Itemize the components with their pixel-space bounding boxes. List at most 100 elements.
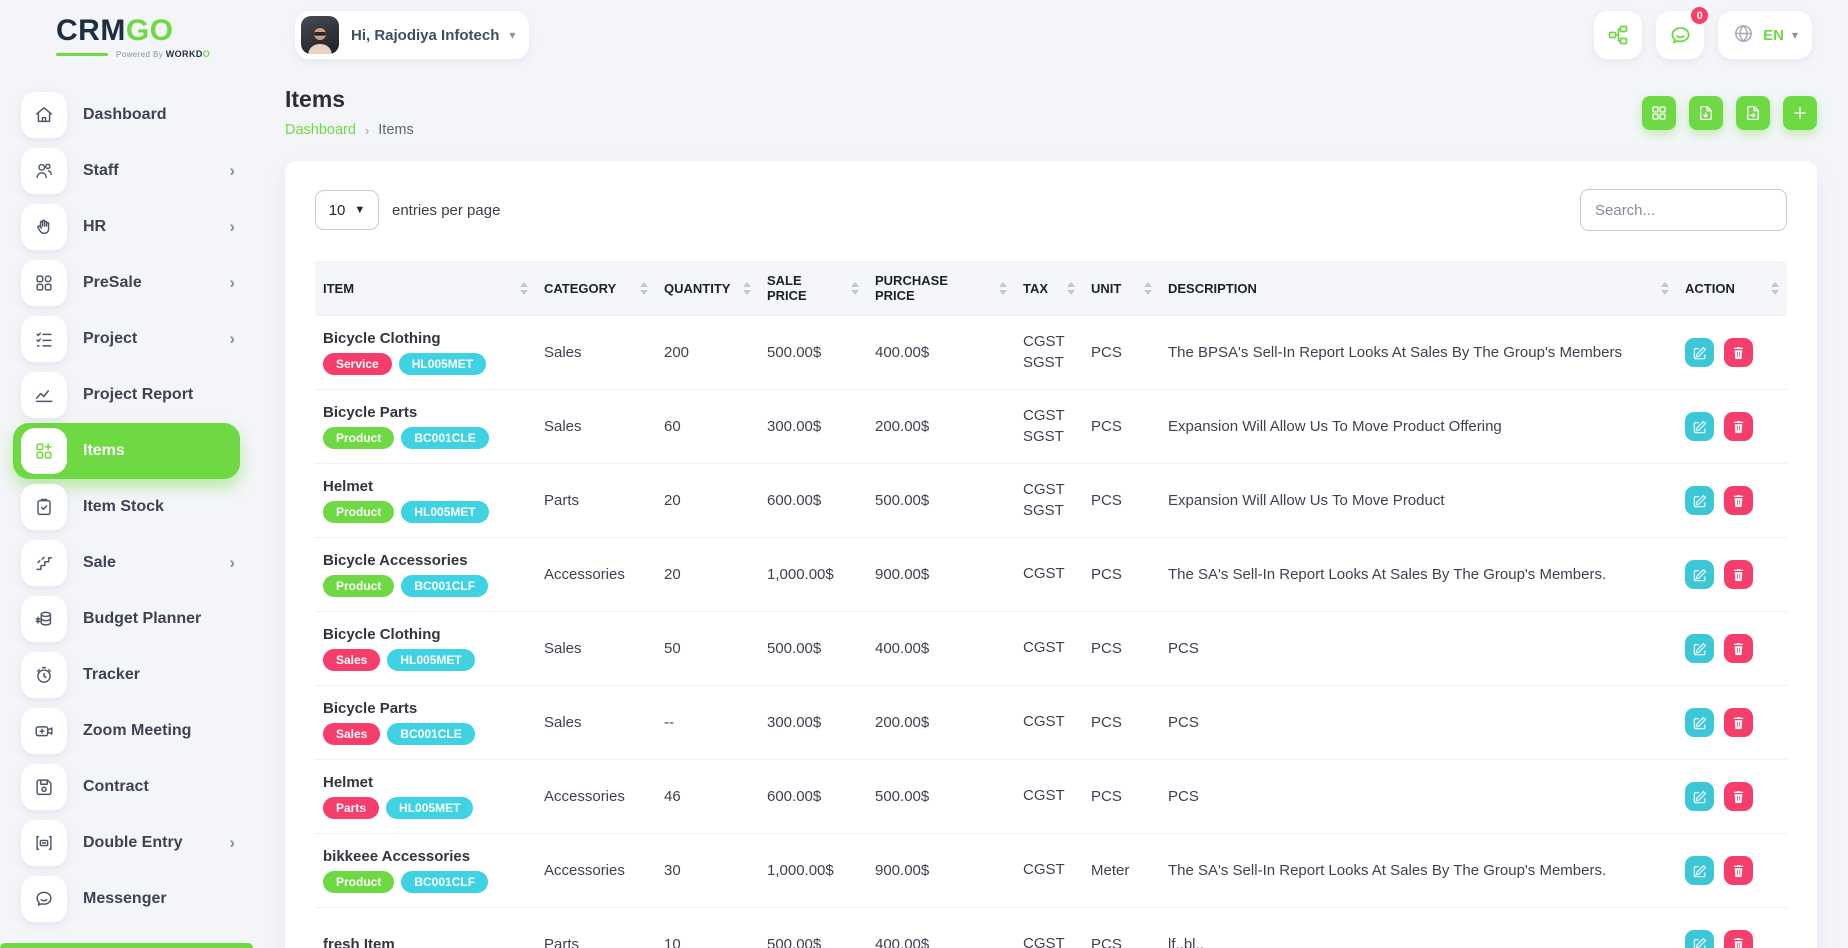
item-unit: PCS: [1083, 316, 1160, 390]
sidebar-nav: Dashboard Staff › HR › PreSale › Project…: [0, 87, 253, 927]
item-unit: PCS: [1083, 760, 1160, 834]
user-menu[interactable]: Hi, Rajodiya Infotech ▾: [295, 11, 529, 59]
sidebar: CRMGO Powered By WORKDO Dashboard Staff …: [0, 0, 253, 948]
sidebar-item-presale[interactable]: PreSale ›: [0, 255, 253, 311]
sidebar-item-items[interactable]: Items: [13, 423, 240, 479]
column-header-purchase-price[interactable]: PURCHASE PRICE: [867, 261, 1015, 316]
item-description: The SA's Sell-In Report Looks At Sales B…: [1160, 538, 1677, 612]
delete-button[interactable]: [1724, 634, 1753, 663]
grid-view-button[interactable]: [1642, 96, 1676, 130]
sidebar-item-label: Project Report: [83, 386, 193, 404]
entries-per-page-label: entries per page: [392, 202, 500, 219]
sidebar-item-hr[interactable]: HR ›: [0, 199, 253, 255]
item-type-badge: Product: [323, 871, 394, 893]
chevron-right-icon: ›: [229, 217, 235, 237]
sidebar-item-label: Zoom Meeting: [83, 722, 191, 740]
edit-button[interactable]: [1685, 856, 1714, 885]
delete-button[interactable]: [1724, 486, 1753, 515]
sidebar-item-budget-planner[interactable]: Budget Planner: [0, 591, 253, 647]
export-file-button[interactable]: [1736, 96, 1770, 130]
item-description: lf..bl..: [1160, 908, 1677, 948]
column-header-quantity[interactable]: QUANTITY: [656, 261, 759, 316]
edit-button[interactable]: [1685, 930, 1714, 948]
sort-icon: [1144, 282, 1152, 295]
add-item-button[interactable]: [1783, 96, 1817, 130]
import-file-button[interactable]: [1689, 96, 1723, 130]
item-description: PCS: [1160, 686, 1677, 760]
item-category: Accessories: [536, 538, 656, 612]
sidebar-item-project[interactable]: Project ›: [0, 311, 253, 367]
item-quantity: 20: [656, 464, 759, 538]
column-header-item[interactable]: ITEM: [315, 261, 536, 316]
item-name: Helmet: [323, 774, 528, 791]
item-sale-price: 500.00$: [759, 316, 867, 390]
item-tax: CGST: [1015, 834, 1083, 908]
item-quantity: 46: [656, 760, 759, 834]
column-header-unit[interactable]: UNIT: [1083, 261, 1160, 316]
column-header-sale-price[interactable]: SALE PRICE: [759, 261, 867, 316]
item-name: Helmet: [323, 478, 528, 495]
column-header-tax[interactable]: TAX: [1015, 261, 1083, 316]
category-grid-icon: [21, 260, 67, 306]
item-quantity: 200: [656, 316, 759, 390]
messages-button[interactable]: 0: [1656, 11, 1704, 59]
item-unit: PCS: [1083, 538, 1160, 612]
delete-button[interactable]: [1724, 560, 1753, 589]
content: Items Dashboard › Items: [253, 70, 1848, 948]
item-purchase-price: 400.00$: [867, 316, 1015, 390]
sidebar-item-zoom-meeting[interactable]: Zoom Meeting: [0, 703, 253, 759]
items-grid-plus-icon: [21, 428, 67, 474]
edit-button[interactable]: [1685, 486, 1714, 515]
edit-button[interactable]: [1685, 412, 1714, 441]
item-quantity: --: [656, 686, 759, 760]
item-category: Parts: [536, 464, 656, 538]
edit-button[interactable]: [1685, 338, 1714, 367]
delete-button[interactable]: [1724, 708, 1753, 737]
edit-button[interactable]: [1685, 634, 1714, 663]
delete-button[interactable]: [1724, 782, 1753, 811]
chevron-right-icon: ›: [229, 553, 235, 573]
column-header-description[interactable]: DESCRIPTION: [1160, 261, 1677, 316]
main-area: Hi, Rajodiya Infotech ▾ 0 EN ▾: [253, 0, 1848, 948]
item-tax: CGST: [1015, 538, 1083, 612]
item-quantity: 10: [656, 908, 759, 948]
column-header-category[interactable]: CATEGORY: [536, 261, 656, 316]
language-selector[interactable]: EN ▾: [1718, 11, 1812, 59]
column-header-action[interactable]: ACTION: [1677, 261, 1787, 316]
table-row: Helmet ProductHL005MET Parts 20 600.00$ …: [315, 464, 1787, 538]
item-purchase-price: 400.00$: [867, 612, 1015, 686]
sidebar-item-label: Contract: [83, 778, 149, 796]
sidebar-item-staff[interactable]: Staff ›: [0, 143, 253, 199]
delete-button[interactable]: [1724, 930, 1753, 948]
sidebar-item-double-entry[interactable]: Double Entry ›: [0, 815, 253, 871]
sidebar-item-label: Messenger: [83, 890, 167, 908]
avatar: [301, 16, 339, 54]
delete-button[interactable]: [1724, 856, 1753, 885]
sidebar-item-contract[interactable]: Contract: [0, 759, 253, 815]
breadcrumb-dashboard-link[interactable]: Dashboard: [285, 122, 356, 138]
edit-button[interactable]: [1685, 708, 1714, 737]
plan-tree-button[interactable]: [1594, 11, 1642, 59]
item-name: Bicycle Accessories: [323, 552, 528, 569]
sidebar-item-sale[interactable]: Sale ›: [0, 535, 253, 591]
video-camera-icon: [21, 708, 67, 754]
delete-button[interactable]: [1724, 412, 1753, 441]
sidebar-item-label: PreSale: [83, 274, 142, 292]
sidebar-item-project-report[interactable]: Project Report: [0, 367, 253, 423]
edit-button[interactable]: [1685, 782, 1714, 811]
item-unit: PCS: [1083, 612, 1160, 686]
search-input[interactable]: [1580, 189, 1787, 231]
item-tax: CGSTSGST: [1015, 316, 1083, 390]
sidebar-item-dashboard[interactable]: Dashboard: [0, 87, 253, 143]
chart-line-icon: [21, 372, 67, 418]
edit-button[interactable]: [1685, 560, 1714, 589]
home-icon: [21, 92, 67, 138]
table-row: Bicycle Clothing ServiceHL005MET Sales 2…: [315, 316, 1787, 390]
sort-icon: [520, 282, 528, 295]
item-sale-price: 1,000.00$: [759, 538, 867, 612]
delete-button[interactable]: [1724, 338, 1753, 367]
sidebar-item-messenger[interactable]: Messenger: [0, 871, 253, 927]
sidebar-item-item-stock[interactable]: Item Stock: [0, 479, 253, 535]
entries-per-page-select[interactable]: 10 ▼: [315, 190, 379, 230]
sidebar-item-tracker[interactable]: Tracker: [0, 647, 253, 703]
